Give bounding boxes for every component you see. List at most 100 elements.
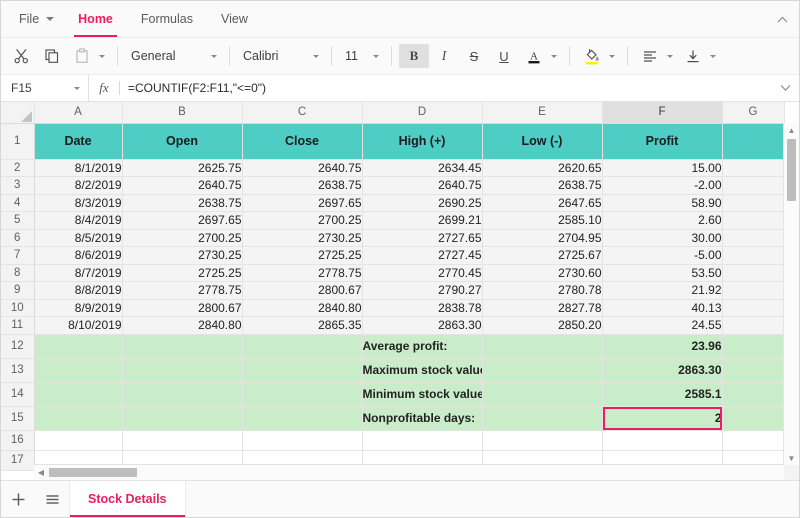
cell-D8[interactable]: 2770.45: [362, 264, 482, 282]
cell-E5[interactable]: 2585.10: [482, 212, 602, 230]
cell-C8[interactable]: 2778.75: [242, 264, 362, 282]
ribbon-tab-view[interactable]: View: [207, 1, 262, 37]
font-family-select[interactable]: Calibri: [237, 44, 324, 68]
formula-input[interactable]: =COUNTIF(F2:F11,"<=0"): [120, 81, 771, 95]
cell-C5[interactable]: 2700.25: [242, 212, 362, 230]
cell-D1[interactable]: High (+): [362, 123, 482, 159]
cell-A7[interactable]: 8/6/2019: [34, 247, 122, 265]
cell-A1[interactable]: Date: [34, 123, 122, 159]
cell-F3[interactable]: -2.00: [602, 177, 722, 195]
cell-C15[interactable]: [242, 406, 362, 430]
cell-A5[interactable]: 8/4/2019: [34, 212, 122, 230]
cell-E7[interactable]: 2725.67: [482, 247, 602, 265]
cell-A10[interactable]: 8/9/2019: [34, 299, 122, 317]
cell-B13[interactable]: [122, 358, 242, 382]
collapse-ribbon-button[interactable]: [765, 1, 799, 37]
row-header-7[interactable]: 7: [1, 247, 34, 265]
cell-B6[interactable]: 2700.25: [122, 229, 242, 247]
cell-E13[interactable]: [482, 358, 602, 382]
row-header-6[interactable]: 6: [1, 229, 34, 247]
cell-B3[interactable]: 2640.75: [122, 177, 242, 195]
cell-D3[interactable]: 2640.75: [362, 177, 482, 195]
paste-button[interactable]: [67, 44, 97, 68]
ribbon-tab-file[interactable]: File: [1, 1, 64, 37]
underline-button[interactable]: U: [489, 44, 519, 68]
horizontal-scrollbar[interactable]: ◀: [34, 464, 784, 480]
cell-E2[interactable]: 2620.65: [482, 159, 602, 177]
cell-C2[interactable]: 2640.75: [242, 159, 362, 177]
cell-G11[interactable]: [722, 317, 784, 335]
sheet-tab-stock-details[interactable]: Stock Details: [69, 481, 186, 517]
scroll-up-arrow-icon[interactable]: ▲: [784, 123, 799, 137]
cell-D6[interactable]: 2727.65: [362, 229, 482, 247]
cell-A2[interactable]: 8/1/2019: [34, 159, 122, 177]
cell-G15[interactable]: [722, 406, 784, 430]
cell-D9[interactable]: 2790.27: [362, 282, 482, 300]
fill-color-button[interactable]: [577, 44, 607, 68]
row-header-9[interactable]: 9: [1, 282, 34, 300]
font-color-dropdown-caret[interactable]: [551, 55, 557, 58]
cell-D7[interactable]: 2727.45: [362, 247, 482, 265]
cell-A15[interactable]: [34, 406, 122, 430]
cell-G10[interactable]: [722, 299, 784, 317]
vertical-align-button[interactable]: [678, 44, 708, 68]
row-header-4[interactable]: 4: [1, 194, 34, 212]
cell-G1[interactable]: [722, 123, 784, 159]
cell-D2[interactable]: 2634.45: [362, 159, 482, 177]
cell-A12[interactable]: [34, 334, 122, 358]
row-header-12[interactable]: 12: [1, 334, 34, 358]
cell-C6[interactable]: 2730.25: [242, 229, 362, 247]
row-header-15[interactable]: 15: [1, 406, 34, 430]
cell-D10[interactable]: 2838.78: [362, 299, 482, 317]
cell-F11[interactable]: 24.55: [602, 317, 722, 335]
cell-C1[interactable]: Close: [242, 123, 362, 159]
cell-D4[interactable]: 2690.25: [362, 194, 482, 212]
cell-F4[interactable]: 58.90: [602, 194, 722, 212]
cell-G5[interactable]: [722, 212, 784, 230]
font-size-select[interactable]: 11: [339, 44, 384, 68]
cell-F7[interactable]: -5.00: [602, 247, 722, 265]
cell-E9[interactable]: 2780.78: [482, 282, 602, 300]
cell-D16[interactable]: [362, 430, 482, 450]
cell-B12[interactable]: [122, 334, 242, 358]
cell-A13[interactable]: [34, 358, 122, 382]
cell-A6[interactable]: 8/5/2019: [34, 229, 122, 247]
cell-E12[interactable]: [482, 334, 602, 358]
text-align-button[interactable]: [635, 44, 665, 68]
cell-C3[interactable]: 2638.75: [242, 177, 362, 195]
cell-E15[interactable]: [482, 406, 602, 430]
cell-A16[interactable]: [34, 430, 122, 450]
cell-E10[interactable]: 2827.78: [482, 299, 602, 317]
cell-D13[interactable]: Maximum stock value:: [362, 358, 482, 382]
cell-B15[interactable]: [122, 406, 242, 430]
cell-A8[interactable]: 8/7/2019: [34, 264, 122, 282]
bold-button[interactable]: B: [399, 44, 429, 68]
cell-E3[interactable]: 2638.75: [482, 177, 602, 195]
cell-B14[interactable]: [122, 382, 242, 406]
cell-D14[interactable]: Minimum stock value:: [362, 382, 482, 406]
cell-F14[interactable]: 2585.1: [602, 382, 722, 406]
cell-F10[interactable]: 40.13: [602, 299, 722, 317]
cell-F8[interactable]: 53.50: [602, 264, 722, 282]
column-header-c[interactable]: C: [242, 102, 362, 123]
cell-F1[interactable]: Profit: [602, 123, 722, 159]
cell-A11[interactable]: 8/10/2019: [34, 317, 122, 335]
vertical-scrollbar[interactable]: ▲ ▼: [783, 123, 799, 465]
row-header-3[interactable]: 3: [1, 177, 34, 195]
expand-formula-bar-button[interactable]: [771, 82, 799, 94]
cell-C4[interactable]: 2697.65: [242, 194, 362, 212]
scroll-left-arrow-icon[interactable]: ◀: [34, 468, 48, 477]
cell-A9[interactable]: 8/8/2019: [34, 282, 122, 300]
cell-F13[interactable]: 2863.30: [602, 358, 722, 382]
row-header-16[interactable]: 16: [1, 430, 34, 450]
ribbon-tab-formulas[interactable]: Formulas: [127, 1, 207, 37]
cell-G14[interactable]: [722, 382, 784, 406]
cell-G6[interactable]: [722, 229, 784, 247]
cell-E6[interactable]: 2704.95: [482, 229, 602, 247]
column-header-e[interactable]: E: [482, 102, 602, 123]
cell-D12[interactable]: Average profit:: [362, 334, 482, 358]
italic-button[interactable]: I: [429, 44, 459, 68]
cell-D5[interactable]: 2699.21: [362, 212, 482, 230]
row-header-14[interactable]: 14: [1, 382, 34, 406]
cell-F6[interactable]: 30.00: [602, 229, 722, 247]
